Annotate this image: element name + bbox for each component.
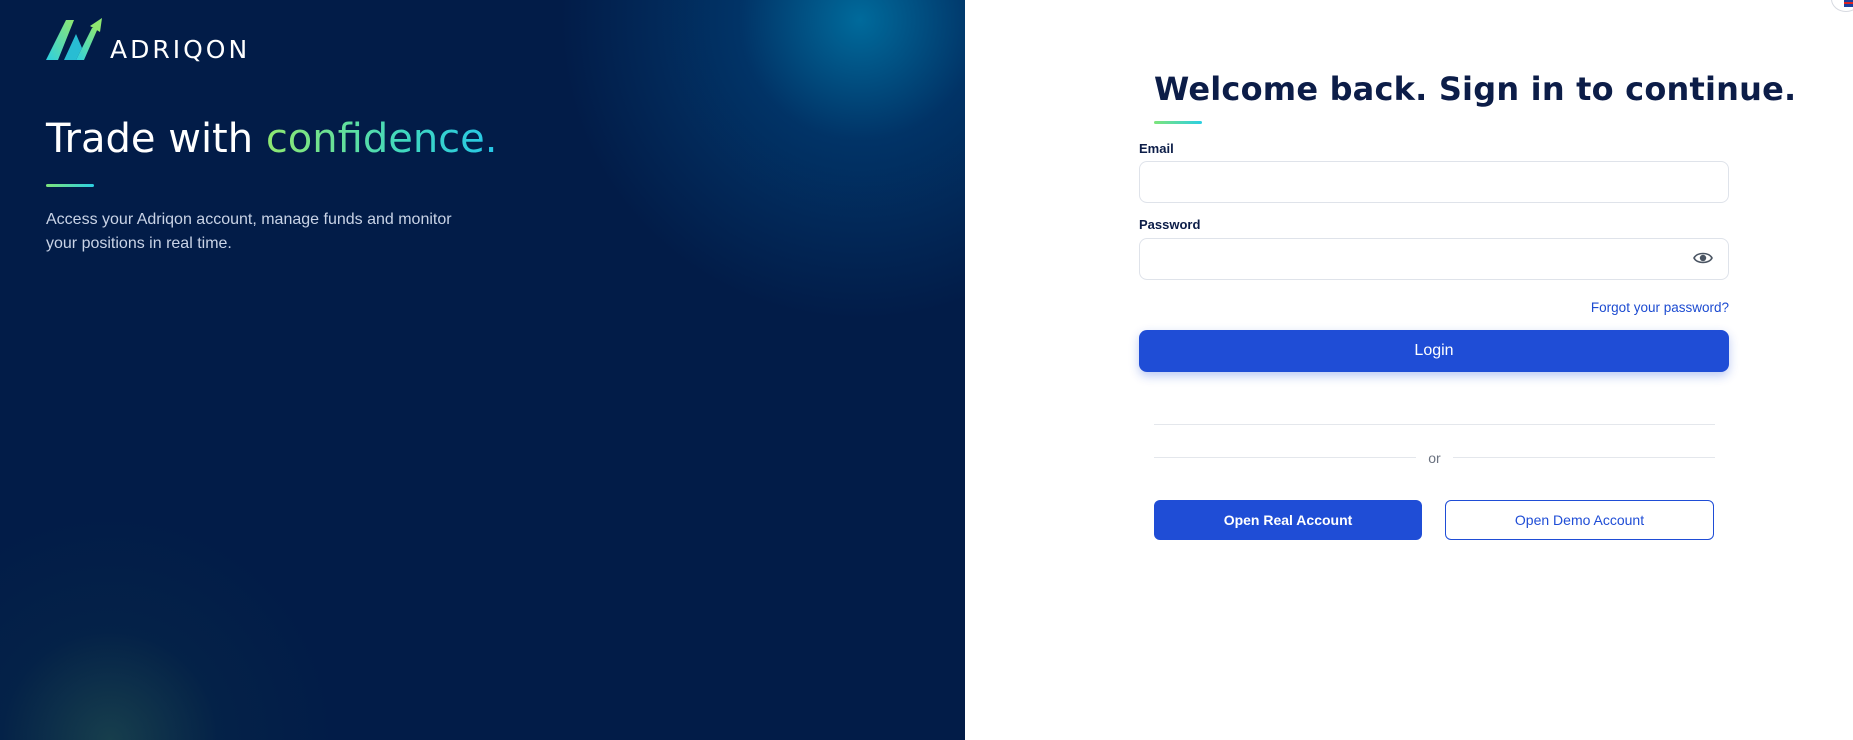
- or-separator: or: [1154, 450, 1715, 470]
- headline-underline: [46, 184, 94, 187]
- hero-headline: Trade with confidence.: [46, 116, 498, 162]
- headline-accent: confidence.: [265, 116, 498, 162]
- page-title: Welcome back. Sign in to continue.: [1154, 70, 1797, 108]
- open-real-account-button[interactable]: Open Real Account: [1154, 500, 1422, 540]
- password-field[interactable]: [1139, 238, 1729, 280]
- hero-subtext: Access your Adriqon account, manage fund…: [46, 211, 452, 252]
- brand-logo[interactable]: ADRIQON: [46, 18, 251, 64]
- hero-panel: ADRIQON Trade with confidence. Access yo…: [0, 0, 965, 740]
- logo-mark-icon: [46, 18, 102, 60]
- eye-icon[interactable]: [1693, 250, 1713, 266]
- logo-text: ADRIQON: [110, 35, 251, 64]
- email-label: Email: [1139, 141, 1174, 156]
- headline-prefix: Trade with: [46, 116, 266, 162]
- email-field[interactable]: [1139, 161, 1729, 203]
- forgot-password-link[interactable]: Forgot your password?: [1591, 300, 1729, 315]
- login-button[interactable]: Login: [1139, 330, 1729, 372]
- open-demo-account-button[interactable]: Open Demo Account: [1445, 500, 1714, 540]
- uk-flag-icon[interactable]: [1831, 0, 1853, 12]
- password-label: Password: [1139, 217, 1201, 232]
- or-label: or: [1428, 450, 1441, 466]
- divider: [1154, 424, 1715, 425]
- title-underline: [1154, 121, 1202, 124]
